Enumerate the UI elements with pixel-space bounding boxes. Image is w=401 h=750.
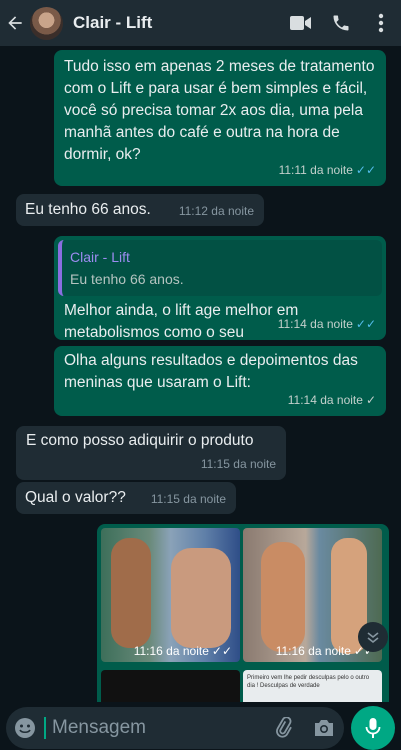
message-text: Eu tenho 66 anos. — [25, 201, 151, 218]
microphone-button[interactable] — [351, 706, 395, 750]
attach-icon[interactable] — [264, 717, 304, 739]
message-placeholder[interactable]: Mensagem — [52, 717, 264, 739]
camera-icon[interactable] — [304, 719, 344, 737]
back-arrow-icon[interactable] — [2, 13, 28, 33]
quote-text: Eu tenho 66 anos. — [70, 271, 184, 287]
photo-before-after-1[interactable]: 11:16 da noite ✓✓ — [101, 528, 240, 662]
photo-figure — [111, 538, 151, 648]
chat-area[interactable]: Tudo isso em apenas 2 meses de tratament… — [0, 46, 401, 702]
message-time: 11:12 da noite — [178, 204, 254, 218]
avatar[interactable] — [30, 6, 63, 40]
chat-header: Clair - Lift — [0, 0, 401, 46]
screenshot-text: Primeiro vem lhe pedir desculpas pelo o … — [247, 675, 370, 689]
quoted-message[interactable]: Clair - Lift Eu tenho 66 anos. — [58, 240, 382, 296]
message-input[interactable]: Mensagem — [6, 707, 344, 749]
quote-author: Clair - Lift — [70, 249, 130, 265]
message-time: 11:15 da noite — [150, 492, 226, 506]
read-receipt-icon: ✓✓ — [355, 163, 376, 177]
photo-thumbnail-3[interactable] — [101, 670, 240, 702]
message-bubble[interactable]: Olha alguns resultados e depoimentos das… — [54, 346, 386, 416]
scroll-down-button[interactable] — [358, 622, 388, 652]
message-text: E como posso adiquirir o produto — [26, 432, 254, 449]
message-bubble[interactable]: Qual o valor?? 11:15 da noite — [16, 482, 236, 514]
video-call-icon[interactable] — [281, 15, 321, 31]
message-text: Qual o valor?? — [25, 489, 126, 506]
photo-figure — [171, 548, 231, 648]
read-receipt-icon: ✓✓ — [355, 317, 376, 331]
message-bubble[interactable]: Clair - Lift Eu tenho 66 anos. Melhor ai… — [54, 236, 386, 341]
photo-figure — [261, 542, 305, 652]
microphone-icon — [365, 718, 381, 738]
text-cursor — [44, 717, 46, 739]
composer-bar: Mensagem — [0, 702, 401, 750]
message-text: Olha alguns resultados e depoimentos das… — [64, 352, 358, 391]
phone-call-icon[interactable] — [321, 13, 361, 33]
message-bubble[interactable]: E como posso adiquirir o produto 11:15 d… — [16, 426, 286, 480]
message-time: 11:14 da noite ✓ — [287, 393, 376, 407]
message-time: 11:15 da noite — [200, 457, 276, 471]
emoji-icon[interactable] — [6, 717, 44, 739]
photo-time: 11:16 da noite ✓✓ — [275, 644, 374, 658]
photo-thumbnail-4[interactable]: Primeiro vem lhe pedir desculpas pelo o … — [243, 670, 382, 702]
message-text: Tudo isso em apenas 2 meses de tratament… — [64, 58, 375, 163]
message-bubble[interactable]: Eu tenho 66 anos. 11:12 da noite — [16, 194, 264, 226]
message-time: 11:14 da noite ✓✓ — [277, 317, 376, 331]
contact-name[interactable]: Clair - Lift — [73, 13, 281, 33]
message-bubble[interactable]: Tudo isso em apenas 2 meses de tratament… — [54, 50, 386, 186]
sent-check-icon: ✓ — [365, 393, 376, 407]
message-time: 11:11 da noite ✓✓ — [278, 163, 376, 177]
photo-time: 11:16 da noite ✓✓ — [133, 644, 232, 658]
media-album[interactable]: 11:16 da noite ✓✓ 11:16 da noite ✓✓ Primei… — [97, 524, 389, 702]
more-options-icon[interactable] — [361, 13, 401, 33]
